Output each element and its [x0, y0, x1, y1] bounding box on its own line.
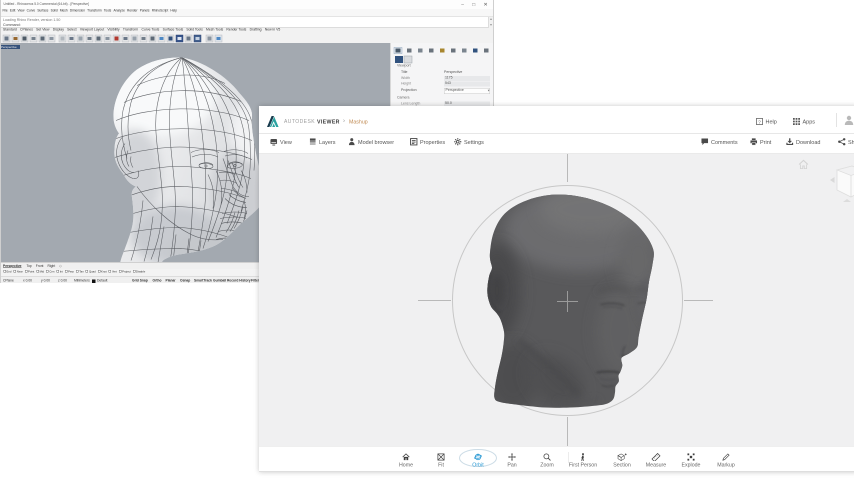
- svg-text:?: ?: [758, 119, 761, 125]
